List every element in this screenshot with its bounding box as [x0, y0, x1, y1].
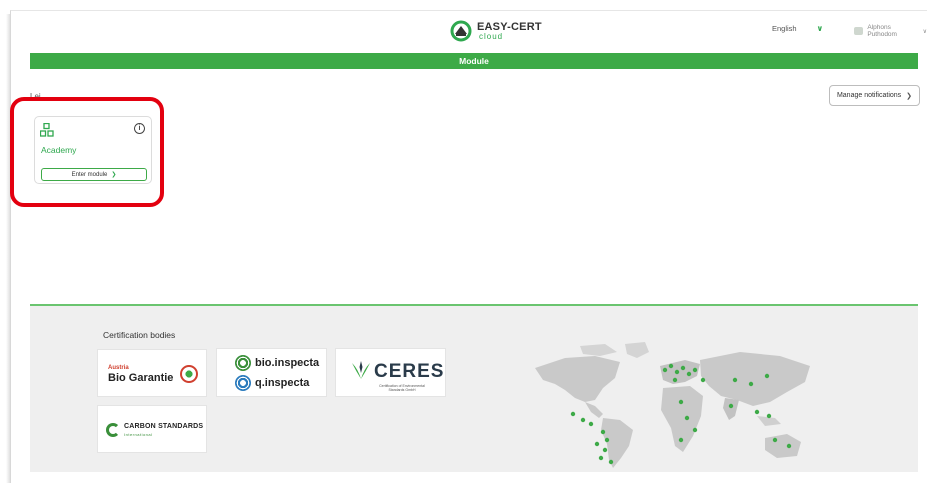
language-value: English	[772, 24, 797, 33]
bio-garantie-seal-icon	[180, 365, 198, 383]
user-menu[interactable]: Alphons Puthodom ∨	[854, 24, 927, 38]
world-map-image	[535, 342, 810, 468]
user-name: Alphons Puthodom	[867, 24, 897, 38]
brand-title: EASY-CERT	[477, 20, 542, 33]
logo-bio-inspecta[interactable]: bio.inspecta q.inspecta	[216, 348, 327, 397]
logo-ceres[interactable]: CERES Certification of Environmental Sta…	[335, 348, 446, 397]
footer: Certification bodies Austria Bio Garanti…	[30, 306, 918, 472]
carbon-standards-subtitle: International	[124, 432, 153, 437]
module-bar: Module	[30, 53, 918, 69]
chevron-down-icon: ∨	[922, 28, 927, 35]
chevron-right-icon: ❯	[906, 92, 913, 100]
red-highlight-annotation	[10, 97, 164, 207]
carbon-standards-c-icon	[106, 423, 120, 437]
brand-logo[interactable]: EASY-CERT cloud	[450, 20, 542, 42]
carbon-standards-name: CARBON STANDARDS	[124, 423, 204, 430]
bio-inspecta-swirl-icon	[235, 355, 251, 371]
bio-garantie-small-text: Austria	[108, 365, 129, 371]
q-inspecta-name: q.inspecta	[255, 377, 310, 389]
brand-text: EASY-CERT cloud	[477, 20, 542, 41]
ceres-name: CERES	[374, 361, 445, 382]
chevron-down-icon: ∨	[816, 24, 824, 33]
q-inspecta-swirl-icon	[235, 375, 251, 391]
q-inspecta-row: q.inspecta	[235, 375, 309, 391]
app-header: EASY-CERT cloud English ∨ Alphons Puthod…	[12, 12, 927, 52]
bio-inspecta-row: bio.inspecta	[235, 355, 319, 371]
manage-notifications-button[interactable]: Manage notifications ❯	[829, 85, 920, 106]
language-select[interactable]: English ∨	[772, 24, 823, 33]
bio-garantie-name: Bio Garantie	[108, 372, 174, 384]
ceres-subtitle: Certification of Environmental Standards…	[379, 384, 425, 392]
logo-bio-garantie[interactable]: Austria Bio Garantie	[97, 349, 207, 397]
avatar	[854, 27, 864, 35]
ceres-leaf-icon	[352, 361, 370, 379]
certification-bodies-title: Certification bodies	[103, 330, 176, 340]
brand-subtitle: cloud	[479, 31, 504, 41]
cloud-logo-icon	[450, 20, 472, 42]
logo-carbon-standards[interactable]: CARBON STANDARDS International	[97, 405, 207, 453]
manage-notifications-label: Manage notifications	[836, 92, 902, 99]
bio-inspecta-name: bio.inspecta	[255, 357, 320, 369]
